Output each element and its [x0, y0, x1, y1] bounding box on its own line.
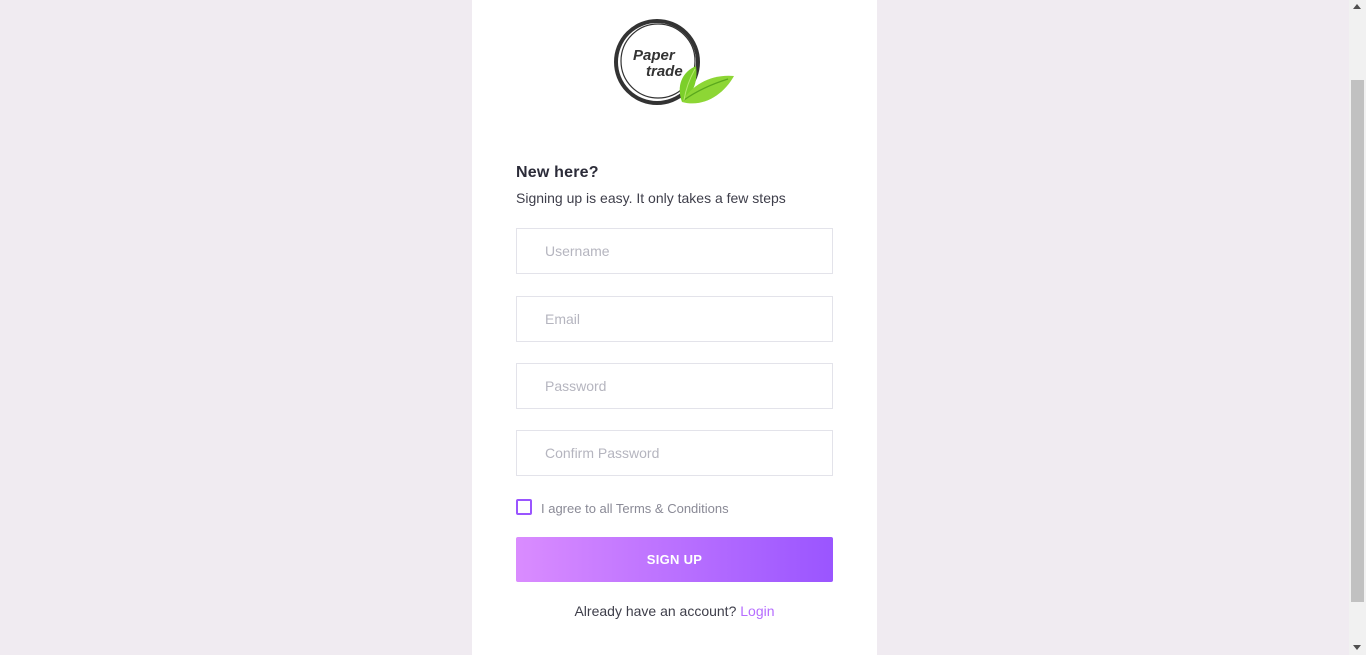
login-prompt-text: Already have an account? — [574, 603, 741, 619]
leaf-icon — [679, 66, 734, 104]
scroll-down-arrow-icon[interactable] — [1353, 645, 1361, 650]
login-link[interactable]: Login — [740, 603, 774, 619]
brand-logo: Paper trade — [612, 16, 738, 110]
confirm-password-input[interactable] — [516, 430, 833, 476]
terms-label[interactable]: I agree to all Terms & Conditions — [541, 501, 729, 516]
signup-page: Paper trade New here? Signing up is easy… — [0, 0, 1366, 655]
login-prompt: Already have an account? Login — [472, 603, 877, 619]
terms-row: I agree to all Terms & Conditions — [516, 498, 729, 516]
terms-checkbox[interactable] — [516, 499, 532, 515]
username-input[interactable] — [516, 228, 833, 274]
password-input[interactable] — [516, 363, 833, 409]
logo-text-trade: trade — [646, 63, 683, 80]
email-input[interactable] — [516, 296, 833, 342]
scroll-up-arrow-icon[interactable] — [1353, 4, 1361, 9]
signup-card: Paper trade New here? Signing up is easy… — [472, 0, 877, 655]
paper-trade-logo-icon: Paper trade — [614, 19, 734, 105]
page-title: New here? — [516, 164, 599, 181]
scrollbar-thumb[interactable] — [1351, 80, 1364, 602]
page-subtitle: Signing up is easy. It only takes a few … — [516, 190, 786, 206]
vertical-scrollbar[interactable] — [1349, 0, 1366, 655]
sign-up-button[interactable]: SIGN UP — [516, 537, 833, 582]
logo-text-paper: Paper — [633, 47, 676, 64]
